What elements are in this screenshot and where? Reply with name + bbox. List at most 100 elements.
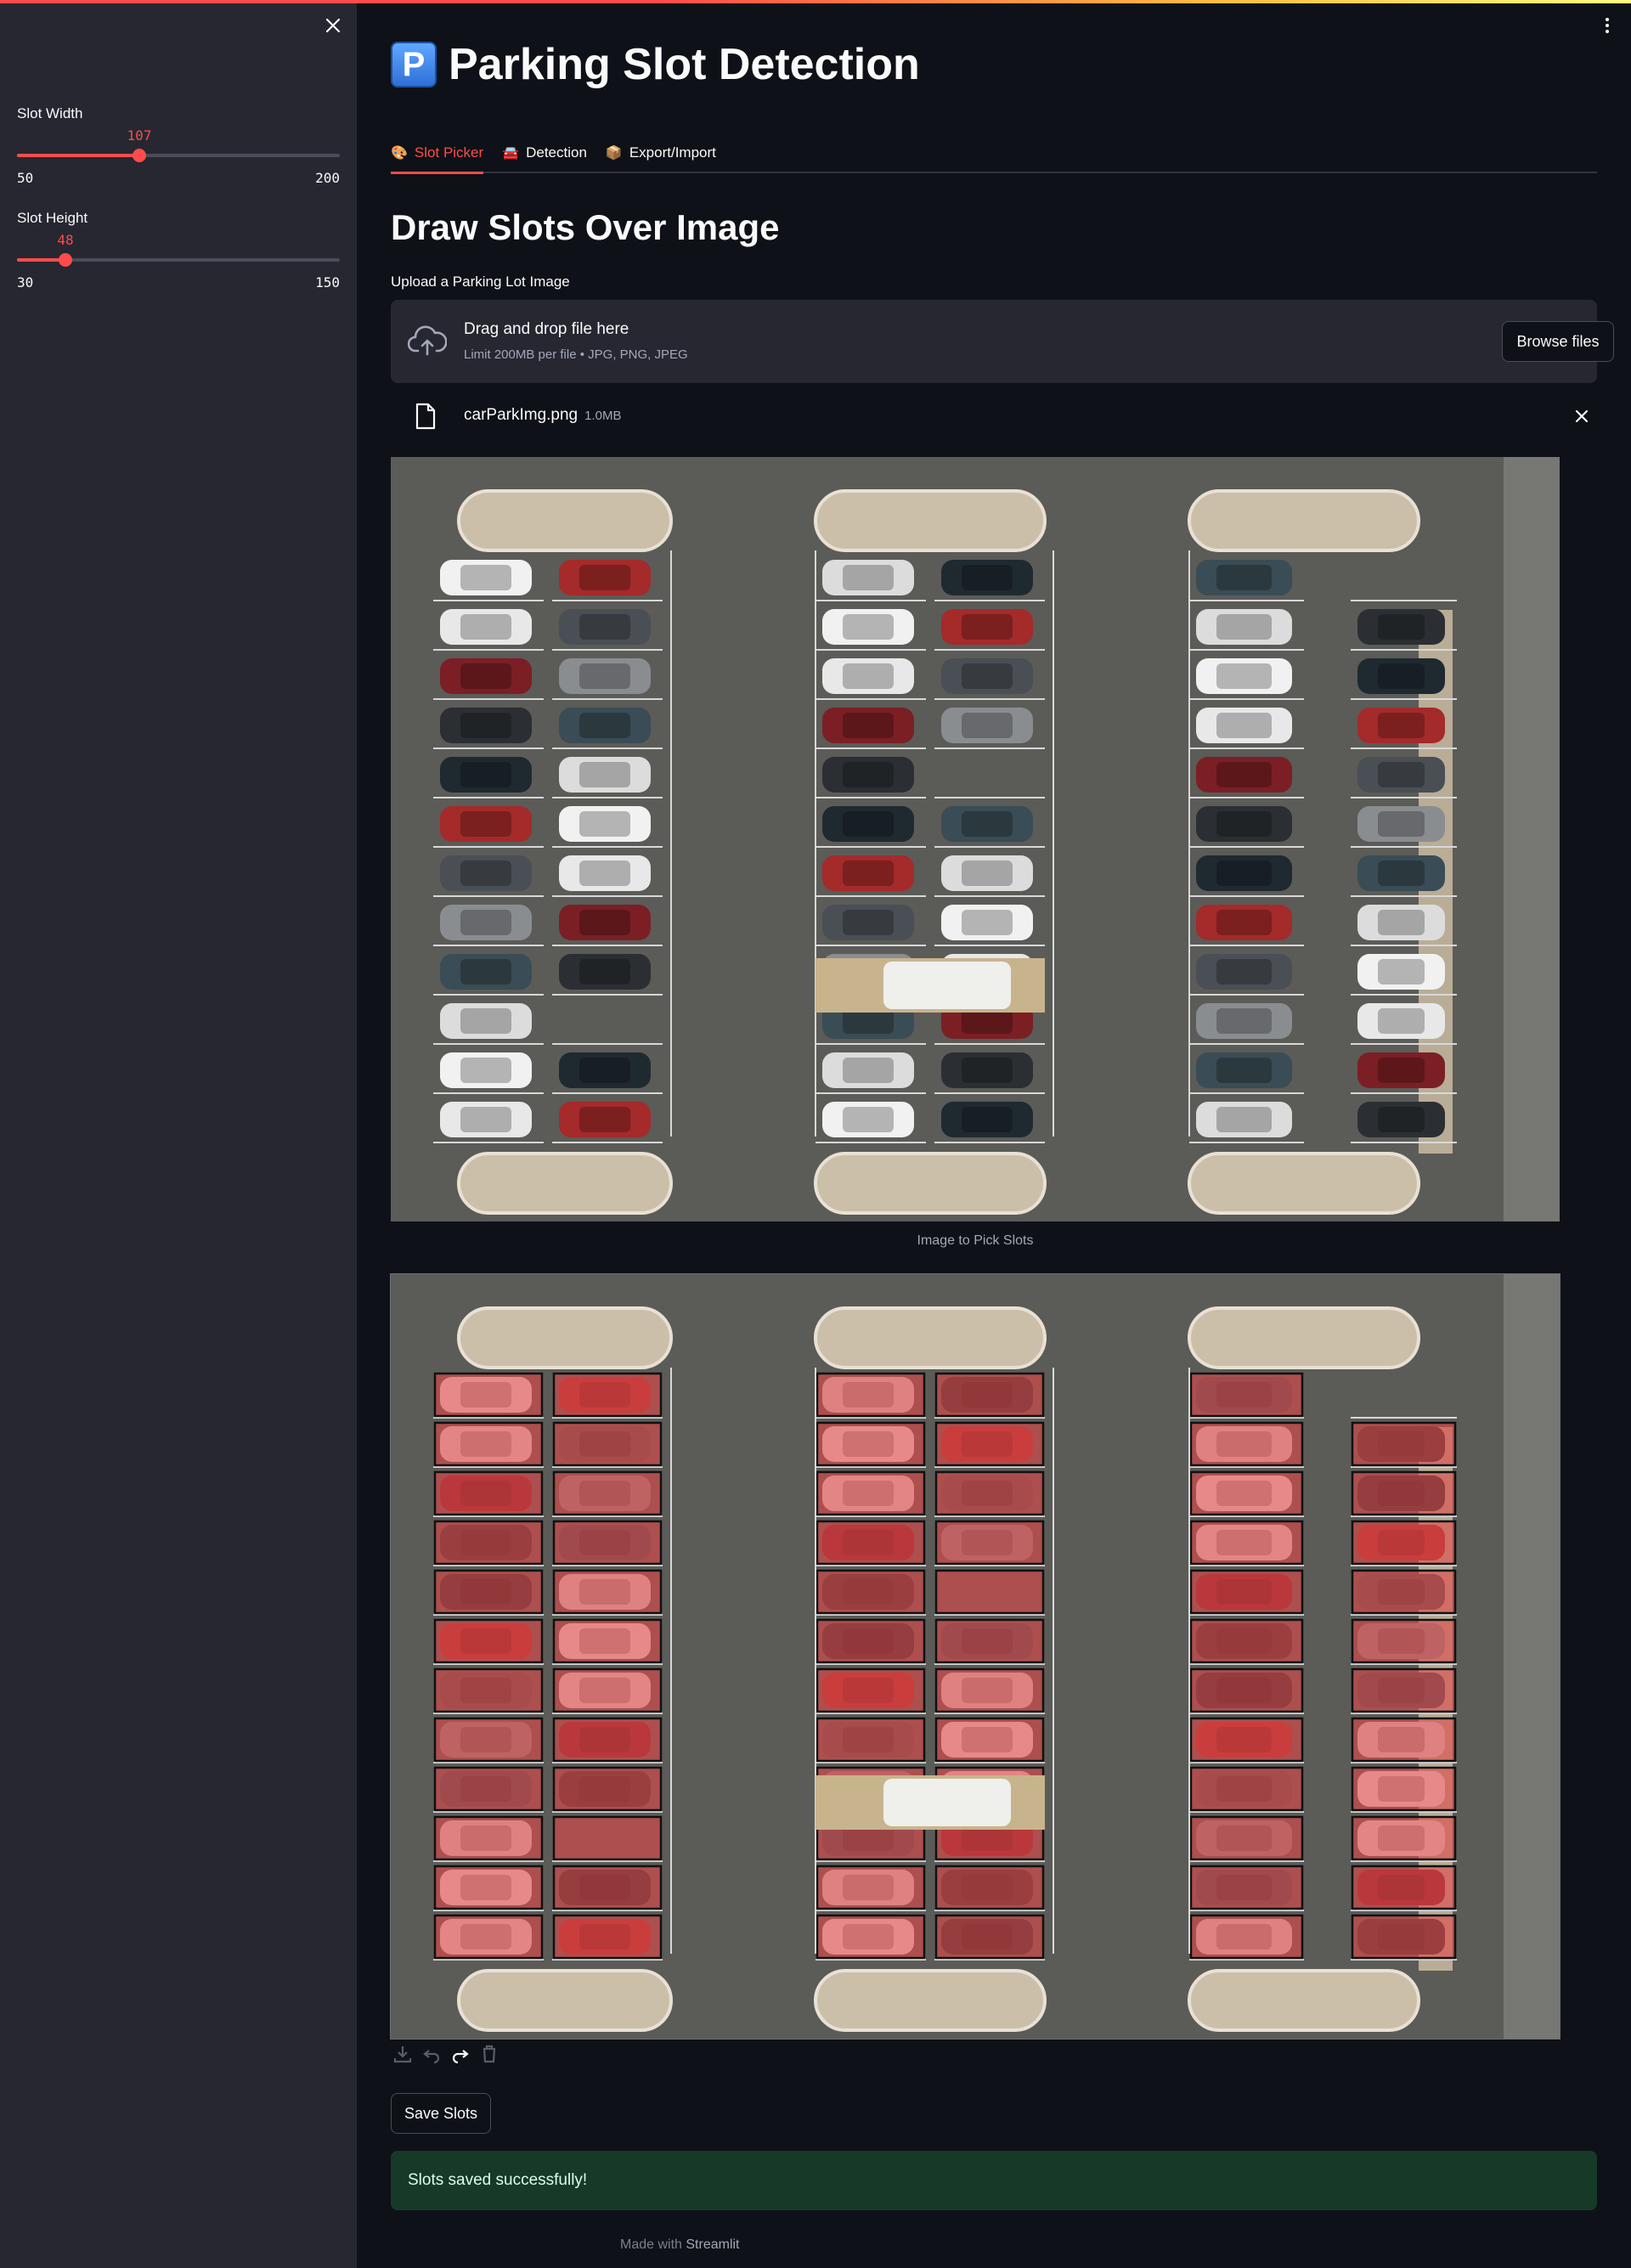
car-window — [1216, 811, 1272, 837]
undo-icon[interactable] — [420, 2042, 443, 2066]
vertical-dots-icon[interactable] — [1599, 14, 1616, 37]
parking-slot — [934, 1470, 1045, 1516]
island — [457, 1969, 673, 2032]
uploaded-file-row: carParkImg.png 1.0MB — [391, 398, 1597, 435]
slider-label: Slot Width — [17, 105, 83, 121]
page-header: P Parking Slot Detection — [391, 39, 920, 90]
car-window — [1216, 1008, 1272, 1034]
footer: Made with Streamlit — [620, 2237, 740, 2253]
car-window — [962, 663, 1013, 689]
parking-slot — [1351, 1717, 1457, 1763]
parking-slot — [934, 1520, 1045, 1566]
parking-slot — [934, 1667, 1045, 1713]
car-window — [460, 959, 511, 984]
car-window — [460, 1008, 511, 1034]
car-window — [962, 860, 1013, 886]
car-window — [1216, 860, 1272, 886]
save-slots-button[interactable]: Save Slots — [391, 2093, 491, 2134]
streamlit-link[interactable]: Streamlit — [686, 2237, 739, 2252]
slot-drawing-canvas[interactable] — [390, 1273, 1560, 2040]
island — [1188, 1969, 1420, 2032]
car-window — [1378, 663, 1425, 689]
parking-slot — [816, 1569, 926, 1615]
parking-slot — [552, 1914, 663, 1960]
tab-label: Detection — [526, 144, 587, 161]
car-window — [1378, 1107, 1425, 1132]
parking-slot — [816, 1470, 926, 1516]
car-window — [579, 910, 630, 935]
parking-slot — [1351, 1520, 1457, 1566]
download-icon[interactable] — [391, 2042, 415, 2066]
car-window — [1216, 762, 1272, 787]
parking-slot — [816, 1667, 926, 1713]
trash-icon[interactable] — [477, 2042, 501, 2066]
car-window — [1216, 1107, 1272, 1132]
parking-slot — [552, 1865, 663, 1910]
island — [1188, 489, 1420, 552]
island — [814, 489, 1047, 552]
car-window — [579, 860, 630, 886]
parking-slot — [552, 1569, 663, 1615]
slider-min: 30 — [17, 274, 34, 291]
parking-slot — [1189, 1618, 1304, 1664]
parking-slot — [1189, 1421, 1304, 1467]
car-window — [962, 1107, 1013, 1132]
car-window — [460, 565, 511, 590]
parking-slot — [1351, 1914, 1457, 1960]
parking-slot — [552, 1372, 663, 1418]
tab-slot-picker[interactable]: 🎨 Slot Picker — [391, 134, 484, 174]
parking-slot — [1189, 1372, 1304, 1418]
slot-width-slider[interactable]: Slot Width 107 50 200 — [17, 105, 340, 186]
redo-icon[interactable] — [449, 2042, 472, 2066]
slider-value: 48 — [57, 232, 74, 248]
tab-label: Slot Picker — [414, 144, 484, 161]
car-window — [1216, 713, 1272, 738]
remove-file-icon[interactable] — [1572, 406, 1592, 426]
parking-slot — [816, 1421, 926, 1467]
island — [457, 489, 673, 552]
tab-label: Export/Import — [629, 144, 716, 161]
parking-lot-canvas[interactable] — [391, 1274, 1560, 2039]
car-window — [1216, 663, 1272, 689]
car-window — [460, 762, 511, 787]
close-icon[interactable] — [321, 14, 345, 37]
car-window — [460, 811, 511, 837]
tab-export-import[interactable]: 📦 Export/Import — [606, 134, 716, 172]
browse-files-button[interactable]: Browse files — [1502, 321, 1614, 362]
file-dropzone[interactable]: Drag and drop file here Limit 200MB per … — [391, 300, 1614, 383]
parking-slot — [934, 1569, 1045, 1615]
car-window — [1378, 910, 1425, 935]
car-window — [1216, 910, 1272, 935]
parking-slot — [433, 1717, 544, 1763]
parking-slot — [1189, 1766, 1304, 1812]
parking-slot — [1189, 1717, 1304, 1763]
parking-slot — [1351, 1766, 1457, 1812]
slider-track[interactable] — [17, 253, 340, 267]
tab-detection[interactable]: 🚘 Detection — [502, 134, 587, 172]
parking-slot — [1189, 1865, 1304, 1910]
car-window — [962, 565, 1013, 590]
parking-slot — [1351, 1421, 1457, 1467]
car-window — [1378, 614, 1425, 640]
island — [457, 1152, 673, 1215]
slider-thumb[interactable] — [59, 253, 72, 267]
road-edge — [1504, 1274, 1560, 2039]
car-window — [460, 614, 511, 640]
parking-icon: P — [391, 42, 437, 87]
car-window — [579, 663, 630, 689]
car-window — [843, 762, 894, 787]
car-window — [460, 1058, 511, 1083]
parking-slot — [433, 1618, 544, 1664]
slider-track[interactable] — [17, 149, 340, 162]
parking-slot — [816, 1618, 926, 1664]
slider-max: 200 — [315, 170, 340, 186]
car-window — [460, 663, 511, 689]
slider-thumb[interactable] — [133, 149, 146, 162]
parking-slot — [1351, 1815, 1457, 1861]
car-window — [843, 614, 894, 640]
parking-slot — [934, 1914, 1045, 1960]
parking-slot — [552, 1667, 663, 1713]
parking-slot — [934, 1421, 1045, 1467]
parking-slot — [816, 1717, 926, 1763]
slot-height-slider[interactable]: Slot Height 48 30 150 — [17, 210, 340, 291]
